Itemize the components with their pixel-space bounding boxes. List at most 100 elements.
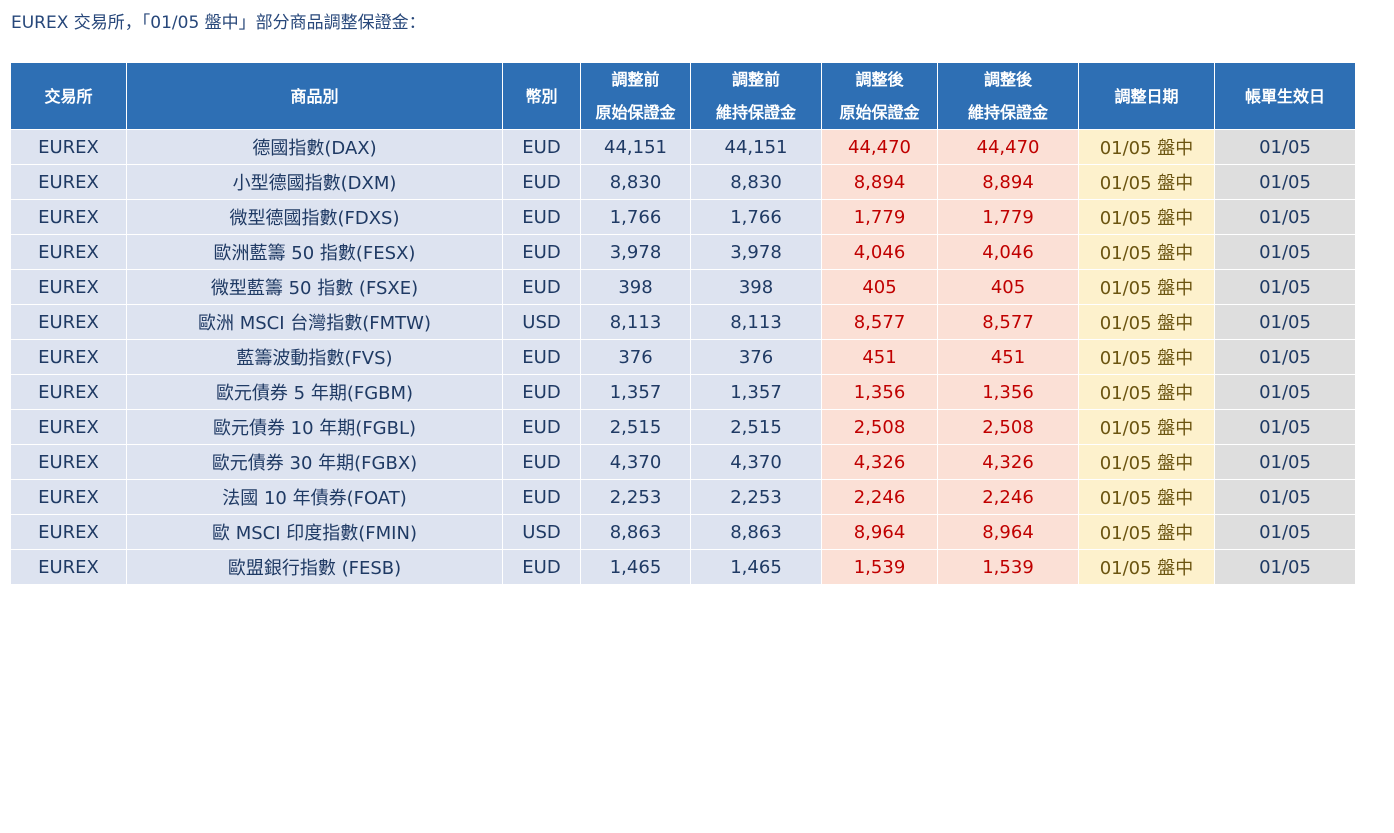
header-post-initial-margin: 調整後 原始保證金	[821, 62, 938, 130]
post-initial-cell: 1,356	[821, 374, 938, 410]
post-initial-cell: 8,577	[821, 304, 938, 340]
header-currency: 幣別	[502, 62, 581, 130]
table-row: EUREX 歐洲 MSCI 台灣指數(FMTW) USD 8,113 8,113 8,57…	[10, 304, 1356, 340]
pre-initial-cell: 398	[580, 269, 691, 305]
header-pre-maint-line2: 維持保證金	[715, 103, 796, 122]
exchange-cell: EUREX	[10, 164, 127, 200]
product-cell: 德國指數(DAX)	[126, 129, 503, 165]
pre-maintenance-cell: 2,515	[690, 409, 822, 445]
pre-maintenance-cell: 1,357	[690, 374, 822, 410]
post-initial-cell: 1,539	[821, 549, 938, 585]
effective-date-cell: 01/05	[1214, 549, 1356, 585]
exchange-cell: EUREX	[10, 269, 127, 305]
pre-maintenance-cell: 1,465	[690, 549, 822, 585]
currency-cell: EUD	[502, 269, 581, 305]
effective-date-cell: 01/05	[1214, 129, 1356, 165]
adjust-date-cell: 01/05 盤中	[1078, 409, 1215, 445]
post-initial-cell: 4,326	[821, 444, 938, 480]
product-cell: 藍籌波動指數(FVS)	[126, 339, 503, 375]
effective-date-cell: 01/05	[1214, 234, 1356, 270]
exchange-cell: EUREX	[10, 514, 127, 550]
adjust-date-cell: 01/05 盤中	[1078, 164, 1215, 200]
post-maintenance-cell: 44,470	[937, 129, 1079, 165]
table-row: EUREX 微型德國指數(FDXS) EUD 1,766 1,766 1,779 1,779…	[10, 199, 1356, 235]
product-cell: 微型藍籌 50 指數 (FSXE)	[126, 269, 503, 305]
pre-maintenance-cell: 2,253	[690, 479, 822, 515]
post-initial-cell: 405	[821, 269, 938, 305]
margin-adjustment-table: 交易所 商品別 幣別 調整前 原始保證金 調整前 維持保證金 調整後 原始保證金…	[10, 62, 1356, 585]
product-cell: 歐元債券 30 年期(FGBX)	[126, 444, 503, 480]
post-maintenance-cell: 451	[937, 339, 1079, 375]
header-pre-maint-line1: 調整前	[731, 70, 780, 89]
post-maintenance-cell: 405	[937, 269, 1079, 305]
adjust-date-cell: 01/05 盤中	[1078, 549, 1215, 585]
currency-cell: USD	[502, 304, 581, 340]
header-post-initial-line1: 調整後	[855, 70, 904, 89]
pre-initial-cell: 4,370	[580, 444, 691, 480]
pre-initial-cell: 1,465	[580, 549, 691, 585]
product-cell: 歐元債券 10 年期(FGBL)	[126, 409, 503, 445]
table-row: EUREX 歐元債券 30 年期(FGBX) EUD 4,370 4,370 4,326 4…	[10, 444, 1356, 480]
currency-cell: EUD	[502, 129, 581, 165]
post-initial-cell: 4,046	[821, 234, 938, 270]
exchange-cell: EUREX	[10, 479, 127, 515]
header-row: 交易所 商品別 幣別 調整前 原始保證金 調整前 維持保證金 調整後 原始保證金…	[10, 62, 1356, 130]
product-cell: 法國 10 年債券(FOAT)	[126, 479, 503, 515]
table-body: EUREX 德國指數(DAX) EUD 44,151 44,151 44,470 44,47…	[10, 129, 1356, 585]
currency-cell: EUD	[502, 374, 581, 410]
currency-cell: EUD	[502, 339, 581, 375]
post-maintenance-cell: 8,894	[937, 164, 1079, 200]
header-pre-initial-margin: 調整前 原始保證金	[580, 62, 691, 130]
pre-initial-cell: 2,253	[580, 479, 691, 515]
table-row: EUREX 法國 10 年債券(FOAT) EUD 2,253 2,253 2,246 2,…	[10, 479, 1356, 515]
pre-initial-cell: 1,357	[580, 374, 691, 410]
effective-date-cell: 01/05	[1214, 374, 1356, 410]
header-post-maintenance-margin: 調整後 維持保證金	[937, 62, 1079, 130]
table-row: EUREX 歐元債券 5 年期(FGBM) EUD 1,357 1,357 1,356 1,…	[10, 374, 1356, 410]
pre-maintenance-cell: 4,370	[690, 444, 822, 480]
post-maintenance-cell: 8,577	[937, 304, 1079, 340]
currency-cell: EUD	[502, 549, 581, 585]
exchange-cell: EUREX	[10, 199, 127, 235]
header-post-maint-line1: 調整後	[983, 70, 1032, 89]
product-cell: 歐盟銀行指數 (FESB)	[126, 549, 503, 585]
currency-cell: EUD	[502, 234, 581, 270]
effective-date-cell: 01/05	[1214, 304, 1356, 340]
post-maintenance-cell: 1,779	[937, 199, 1079, 235]
effective-date-cell: 01/05	[1214, 409, 1356, 445]
product-cell: 歐 MSCI 印度指數(FMIN)	[126, 514, 503, 550]
adjust-date-cell: 01/05 盤中	[1078, 339, 1215, 375]
pre-maintenance-cell: 376	[690, 339, 822, 375]
page-title: EUREX 交易所，「01/05 盤中」部分商品調整保證金：	[11, 13, 426, 33]
table-row: EUREX 歐盟銀行指數 (FESB) EUD 1,465 1,465 1,539 1,53…	[10, 549, 1356, 585]
post-initial-cell: 8,894	[821, 164, 938, 200]
product-cell: 歐洲 MSCI 台灣指數(FMTW)	[126, 304, 503, 340]
effective-date-cell: 01/05	[1214, 514, 1356, 550]
pre-initial-cell: 44,151	[580, 129, 691, 165]
adjust-date-cell: 01/05 盤中	[1078, 479, 1215, 515]
table-header: 交易所 商品別 幣別 調整前 原始保證金 調整前 維持保證金 調整後 原始保證金…	[10, 62, 1356, 130]
post-maintenance-cell: 4,046	[937, 234, 1079, 270]
pre-initial-cell: 3,978	[580, 234, 691, 270]
header-pre-initial-line1: 調整前	[611, 70, 660, 89]
currency-cell: EUD	[502, 479, 581, 515]
post-maintenance-cell: 2,508	[937, 409, 1079, 445]
pre-maintenance-cell: 3,978	[690, 234, 822, 270]
table-row: EUREX 歐元債券 10 年期(FGBL) EUD 2,515 2,515 2,508 2…	[10, 409, 1356, 445]
adjust-date-cell: 01/05 盤中	[1078, 199, 1215, 235]
header-pre-initial-line2: 原始保證金	[595, 103, 676, 122]
adjust-date-cell: 01/05 盤中	[1078, 234, 1215, 270]
adjust-date-cell: 01/05 盤中	[1078, 269, 1215, 305]
header-pre-maintenance-margin: 調整前 維持保證金	[690, 62, 822, 130]
effective-date-cell: 01/05	[1214, 444, 1356, 480]
pre-initial-cell: 8,113	[580, 304, 691, 340]
adjust-date-cell: 01/05 盤中	[1078, 129, 1215, 165]
pre-initial-cell: 1,766	[580, 199, 691, 235]
product-cell: 小型德國指數(DXM)	[126, 164, 503, 200]
exchange-cell: EUREX	[10, 549, 127, 585]
exchange-cell: EUREX	[10, 374, 127, 410]
adjust-date-cell: 01/05 盤中	[1078, 514, 1215, 550]
pre-initial-cell: 8,863	[580, 514, 691, 550]
product-cell: 歐元債券 5 年期(FGBM)	[126, 374, 503, 410]
post-maintenance-cell: 1,356	[937, 374, 1079, 410]
